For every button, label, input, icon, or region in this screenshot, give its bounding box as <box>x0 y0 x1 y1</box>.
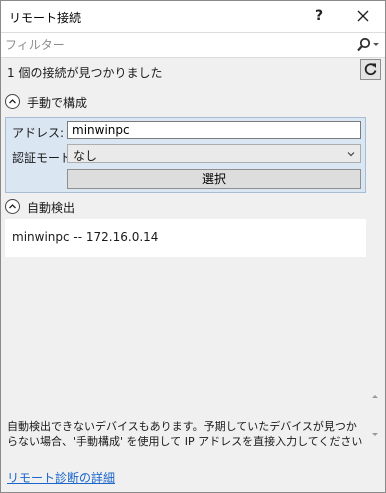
chevron-up-circle-icon <box>5 199 20 214</box>
refresh-button[interactable] <box>360 59 381 80</box>
close-button[interactable] <box>351 4 375 28</box>
manual-section-title: 手動で構成 <box>27 96 88 110</box>
auth-mode-select[interactable]: なし <box>67 144 361 163</box>
filter-bar <box>1 32 385 58</box>
close-icon <box>357 10 369 22</box>
scrollbar[interactable] <box>368 392 382 439</box>
remote-diagnostics-link[interactable]: リモート診断の詳細 <box>7 469 115 486</box>
help-button[interactable]: ? <box>307 4 331 28</box>
device-list: minwinpc -- 172.16.0.14 <box>5 219 366 257</box>
chevron-down-icon <box>347 152 355 157</box>
help-note: 自動検出できないデバイスもあります。予期していたデバイスが見つからない場合、'手… <box>7 420 363 448</box>
refresh-icon <box>364 63 377 76</box>
select-button[interactable]: 選択 <box>67 169 361 189</box>
auth-mode-value: なし <box>73 149 98 163</box>
title-bar: リモート接続 ? <box>1 1 385 32</box>
search-icon <box>357 37 379 52</box>
filter-input[interactable] <box>5 36 345 53</box>
auto-section-title: 自動検出 <box>27 201 76 215</box>
connection-count-text: 1 個の接続が見つかりました <box>7 66 163 80</box>
address-label: アドレス: <box>12 126 65 140</box>
window-title: リモート接続 <box>9 11 82 25</box>
manual-config-panel: アドレス: 認証モード: なし 選択 <box>5 117 366 193</box>
address-field[interactable] <box>67 121 361 139</box>
device-list-item[interactable]: minwinpc -- 172.16.0.14 <box>12 230 158 244</box>
remote-connection-window: リモート接続 ? 1 個の接続が見つかりました 手動で構成 <box>0 0 386 493</box>
chevron-up-circle-icon <box>5 94 20 109</box>
search-button[interactable] <box>355 36 381 54</box>
